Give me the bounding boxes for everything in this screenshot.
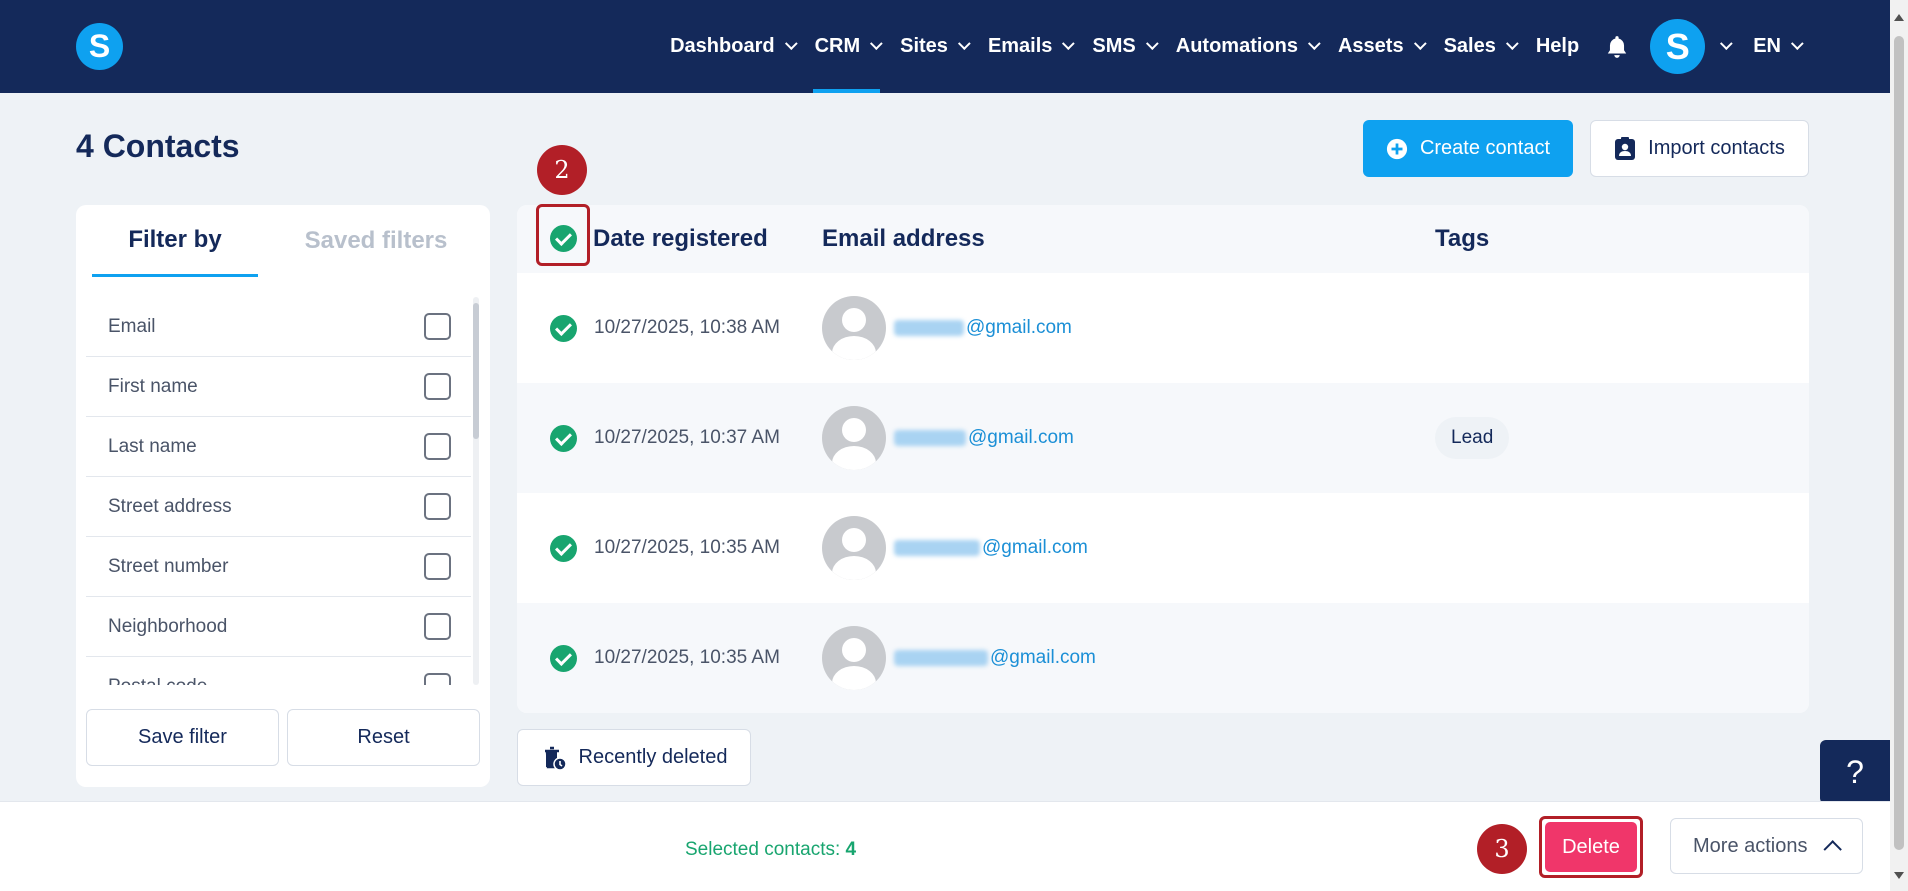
- nav-sms[interactable]: SMS: [1092, 0, 1159, 93]
- filter-email[interactable]: Email: [86, 297, 471, 357]
- chevron-down-icon: [1145, 37, 1159, 51]
- top-navbar: S Dashboard CRM Sites Emails SMS Automat…: [0, 0, 1890, 93]
- chevron-down-icon: [1413, 37, 1427, 51]
- annotation-step-2: 2: [537, 145, 587, 195]
- row-check-icon[interactable]: [550, 425, 577, 452]
- table-row[interactable]: 10/27/2025, 10:35 AM @gmail.com: [517, 603, 1809, 713]
- blurred-email-user: [894, 430, 966, 446]
- row-email[interactable]: @gmail.com: [894, 427, 1074, 449]
- chevron-down-icon: [1720, 37, 1733, 51]
- header-email[interactable]: Email address: [822, 205, 985, 273]
- nav-sites[interactable]: Sites: [900, 0, 971, 93]
- row-check-icon[interactable]: [550, 315, 577, 342]
- tag-badge[interactable]: Lead: [1435, 417, 1510, 459]
- filter-checkbox[interactable]: [424, 553, 451, 580]
- user-menu[interactable]: S: [1650, 0, 1733, 93]
- blurred-email-user: [894, 320, 964, 336]
- bell-icon[interactable]: [1604, 34, 1630, 60]
- row-email[interactable]: @gmail.com: [894, 537, 1088, 559]
- brand-logo[interactable]: S: [76, 23, 123, 70]
- row-check-icon[interactable]: [550, 645, 577, 672]
- nav-help[interactable]: Help: [1536, 0, 1579, 93]
- table-row[interactable]: 10/27/2025, 10:38 AM @gmail.com: [517, 273, 1809, 383]
- header-tags[interactable]: Tags: [1435, 205, 1489, 273]
- filter-scrollbar[interactable]: [473, 297, 479, 685]
- selected-contacts-count: Selected contacts: 4: [685, 839, 857, 860]
- import-contacts-button[interactable]: Import contacts: [1590, 120, 1809, 177]
- filter-postal-code[interactable]: Postal code: [86, 657, 471, 685]
- language-selector[interactable]: EN: [1753, 0, 1804, 93]
- nav-sales[interactable]: Sales: [1444, 0, 1519, 93]
- filter-street-number[interactable]: Street number: [86, 537, 471, 597]
- header-date[interactable]: Date registered: [593, 205, 768, 273]
- delete-button[interactable]: Delete: [1545, 822, 1637, 872]
- filter-neighborhood[interactable]: Neighborhood: [86, 597, 471, 657]
- plus-circle-icon: [1386, 138, 1408, 159]
- user-avatar: S: [1650, 19, 1706, 74]
- row-date: 10/27/2025, 10:38 AM: [594, 317, 780, 338]
- filter-checkbox[interactable]: [424, 433, 451, 460]
- filter-checkbox[interactable]: [424, 673, 451, 685]
- chevron-down-icon: [1790, 37, 1804, 51]
- blurred-email-user: [894, 540, 980, 556]
- filter-street-address[interactable]: Street address: [86, 477, 471, 537]
- reset-filter-button[interactable]: Reset: [287, 709, 480, 766]
- contacts-table: Date registered Email address Tags 10/27…: [517, 205, 1809, 713]
- main-nav: Dashboard CRM Sites Emails SMS Automatio…: [659, 0, 1890, 93]
- create-contact-button[interactable]: Create contact: [1363, 120, 1573, 177]
- filter-checkbox[interactable]: [424, 313, 451, 340]
- row-check-icon[interactable]: [550, 535, 577, 562]
- annotation-step-3: 3: [1477, 824, 1527, 874]
- chevron-down-icon: [1062, 37, 1076, 51]
- scroll-down-arrow-icon[interactable]: [1894, 872, 1904, 879]
- save-filter-button[interactable]: Save filter: [86, 709, 279, 766]
- row-date: 10/27/2025, 10:37 AM: [594, 427, 780, 448]
- filter-checkbox[interactable]: [424, 613, 451, 640]
- contact-avatar: [822, 516, 886, 580]
- filter-field-list: Email First name Last name Street addres…: [86, 297, 471, 685]
- filter-scrollbar-thumb[interactable]: [473, 303, 479, 439]
- row-email[interactable]: @gmail.com: [894, 647, 1096, 669]
- nav-automations[interactable]: Automations: [1176, 0, 1321, 93]
- row-date: 10/27/2025, 10:35 AM: [594, 537, 780, 558]
- contact-card-icon: [1615, 136, 1636, 160]
- chevron-down-icon: [784, 37, 798, 51]
- table-header: Date registered Email address Tags: [517, 205, 1809, 273]
- chevron-down-icon: [957, 37, 971, 51]
- nav-crm[interactable]: CRM: [812, 0, 883, 93]
- page-scrollbar-thumb[interactable]: [1894, 36, 1904, 850]
- more-actions-button[interactable]: More actions: [1670, 818, 1863, 874]
- filter-checkbox[interactable]: [424, 373, 451, 400]
- nav-emails[interactable]: Emails: [988, 0, 1076, 93]
- filter-checkbox[interactable]: [424, 493, 451, 520]
- row-email[interactable]: @gmail.com: [894, 317, 1072, 339]
- chevron-down-icon: [1505, 37, 1519, 51]
- chevron-down-icon: [1307, 37, 1321, 51]
- page-scrollbar[interactable]: [1890, 0, 1908, 891]
- row-date: 10/27/2025, 10:35 AM: [594, 647, 780, 668]
- tab-saved-filters[interactable]: Saved filters: [276, 205, 476, 277]
- chevron-up-icon: [1823, 839, 1842, 859]
- filter-last-name[interactable]: Last name: [86, 417, 471, 477]
- contact-avatar: [822, 296, 886, 360]
- filter-first-name[interactable]: First name: [86, 357, 471, 417]
- annotation-highlight-select-all: [536, 204, 590, 266]
- page-title: 4 Contacts: [76, 128, 240, 164]
- recently-deleted-button[interactable]: Recently deleted: [517, 729, 751, 786]
- chevron-down-icon: [870, 37, 883, 51]
- tab-filter-by[interactable]: Filter by: [92, 205, 258, 277]
- nav-assets[interactable]: Assets: [1338, 0, 1427, 93]
- contact-avatar: [822, 406, 886, 470]
- nav-dashboard[interactable]: Dashboard: [670, 0, 798, 93]
- contact-avatar: [822, 626, 886, 690]
- scroll-up-arrow-icon[interactable]: [1894, 14, 1904, 21]
- help-widget-button[interactable]: ?: [1820, 740, 1890, 804]
- trash-clock-icon: [544, 746, 567, 771]
- table-row[interactable]: 10/27/2025, 10:37 AM @gmail.com Lead: [517, 383, 1809, 493]
- blurred-email-user: [894, 650, 988, 666]
- filter-panel: Filter by Saved filters Email First name…: [76, 205, 490, 787]
- table-row[interactable]: 10/27/2025, 10:35 AM @gmail.com: [517, 493, 1809, 603]
